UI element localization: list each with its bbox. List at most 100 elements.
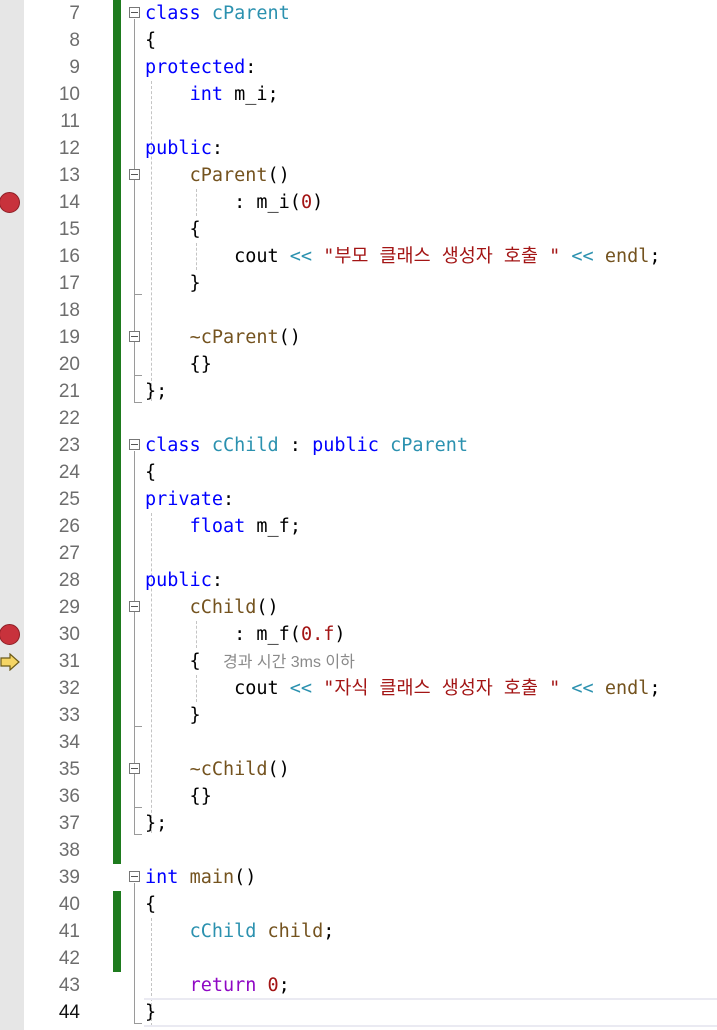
code-text[interactable]: { bbox=[145, 459, 156, 486]
code-text[interactable]: { bbox=[145, 216, 201, 243]
code-token: ~cParent bbox=[189, 327, 279, 348]
code-text[interactable]: float m_f; bbox=[145, 513, 301, 540]
line-number: 17 bbox=[58, 273, 80, 294]
code-line[interactable]: 27 bbox=[0, 540, 717, 567]
code-text[interactable]: cChild child; bbox=[145, 918, 335, 945]
code-line[interactable]: 37}; bbox=[0, 810, 717, 837]
code-line[interactable]: 13 cParent() bbox=[0, 162, 717, 189]
code-text[interactable]: cChild() bbox=[145, 594, 279, 621]
code-token: () bbox=[267, 165, 290, 186]
code-token: : bbox=[278, 435, 313, 456]
line-number: 11 bbox=[60, 111, 80, 132]
code-text[interactable]: protected: bbox=[145, 54, 256, 81]
code-text[interactable]: { bbox=[145, 891, 156, 918]
code-text[interactable]: } bbox=[145, 999, 156, 1026]
code-token: }; bbox=[145, 381, 168, 402]
code-token: ; bbox=[649, 678, 661, 699]
code-text[interactable]: int main() bbox=[145, 864, 256, 891]
code-line[interactable]: 18 bbox=[0, 297, 717, 324]
code-line[interactable]: 43 return 0; bbox=[0, 972, 717, 999]
code-line[interactable]: 36 {} bbox=[0, 783, 717, 810]
code-line[interactable]: 15 { bbox=[0, 216, 717, 243]
code-line[interactable]: 29 cChild() bbox=[0, 594, 717, 621]
line-number: 21 bbox=[58, 381, 80, 402]
line-number: 40 bbox=[58, 894, 80, 915]
code-text[interactable]: ~cChild() bbox=[145, 756, 290, 783]
line-number: 25 bbox=[58, 489, 80, 510]
code-line[interactable]: 10 int m_i; bbox=[0, 81, 717, 108]
code-text[interactable]: cParent() bbox=[145, 162, 290, 189]
code-token: int bbox=[145, 867, 179, 888]
code-line[interactable]: 44} bbox=[0, 999, 717, 1026]
line-number: 24 bbox=[58, 462, 80, 483]
code-line[interactable]: 28 public: bbox=[0, 567, 717, 594]
code-line[interactable]: 26 float m_f; bbox=[0, 513, 717, 540]
code-line[interactable]: 40 { bbox=[0, 891, 717, 918]
code-text[interactable]: public: bbox=[145, 135, 223, 162]
code-line[interactable]: 21}; bbox=[0, 378, 717, 405]
code-line[interactable]: 16 cout << "부모 클래스 생성자 호출 " << endl; bbox=[0, 243, 717, 270]
code-line[interactable]: 11 bbox=[0, 108, 717, 135]
code-text[interactable]: class cParent bbox=[145, 0, 290, 27]
code-token: : bbox=[222, 489, 235, 510]
code-text[interactable]: : m_f(0.f) bbox=[145, 621, 345, 648]
code-text[interactable]: int m_i; bbox=[145, 81, 279, 108]
code-line[interactable]: 30 : m_f(0.f) bbox=[0, 621, 717, 648]
code-text[interactable]: } bbox=[145, 270, 201, 297]
code-line[interactable]: 9 protected: bbox=[0, 54, 717, 81]
code-line[interactable]: 34 bbox=[0, 729, 717, 756]
code-line[interactable]: 19 ~cParent() bbox=[0, 324, 717, 351]
code-text[interactable]: class cChild : public cParent bbox=[145, 432, 468, 459]
code-line[interactable]: 12 public: bbox=[0, 135, 717, 162]
code-text[interactable]: ~cParent() bbox=[145, 324, 301, 351]
breakpoint-icon[interactable] bbox=[0, 192, 20, 213]
code-line[interactable]: 25 private: bbox=[0, 486, 717, 513]
code-line[interactable]: 39 int main() bbox=[0, 864, 717, 891]
code-text[interactable]: : m_i(0) bbox=[145, 189, 323, 216]
code-token: ~cChild bbox=[189, 759, 268, 780]
line-number: 16 bbox=[58, 246, 80, 267]
code-text[interactable]: cout << "자식 클래스 생성자 호출 " << endl; bbox=[145, 675, 661, 702]
code-token: child bbox=[267, 921, 324, 942]
line-number: 26 bbox=[58, 516, 80, 537]
code-line[interactable]: 38 bbox=[0, 837, 717, 864]
code-line[interactable]: 31 { 경과 시간 3ms 이하 bbox=[0, 648, 717, 675]
code-line[interactable]: 41 cChild child; bbox=[0, 918, 717, 945]
code-token: } bbox=[145, 1002, 157, 1023]
code-text[interactable]: cout << "부모 클래스 생성자 호출 " << endl; bbox=[145, 243, 660, 270]
code-text[interactable]: {} bbox=[145, 783, 212, 810]
code-line[interactable]: 7 class cParent bbox=[0, 0, 717, 27]
code-line[interactable]: 20 {} bbox=[0, 351, 717, 378]
code-text[interactable]: { 경과 시간 3ms 이하 bbox=[145, 648, 355, 676]
code-text[interactable]: private: bbox=[145, 486, 234, 513]
code-text[interactable]: { bbox=[145, 27, 156, 54]
instruction-pointer-arrow-icon[interactable] bbox=[0, 653, 20, 671]
code-text[interactable]: }; bbox=[145, 810, 167, 837]
code-line[interactable]: 22 bbox=[0, 405, 717, 432]
line-number: 15 bbox=[58, 219, 80, 240]
code-token: class bbox=[145, 3, 201, 24]
code-line[interactable]: 32 cout << "자식 클래스 생성자 호출 " << endl; bbox=[0, 675, 717, 702]
code-token: 0 bbox=[267, 975, 279, 996]
code-line[interactable]: 17 } bbox=[0, 270, 717, 297]
code-line[interactable]: 23 class cChild : public cParent bbox=[0, 432, 717, 459]
code-text[interactable]: public: bbox=[145, 567, 223, 594]
code-line[interactable]: 35 ~cChild() bbox=[0, 756, 717, 783]
code-line[interactable]: 14 : m_i(0) bbox=[0, 189, 717, 216]
code-editor[interactable]: 7 class cParent 8{9 protected: 10 int m_i; 11… bbox=[0, 0, 717, 1030]
code-text[interactable]: } bbox=[145, 702, 201, 729]
code-line[interactable]: 42 bbox=[0, 945, 717, 972]
code-line[interactable]: 24 { bbox=[0, 459, 717, 486]
code-line[interactable]: 8{ bbox=[0, 27, 717, 54]
code-text[interactable]: }; bbox=[145, 378, 167, 405]
code-line[interactable]: 33 } bbox=[0, 702, 717, 729]
code-text[interactable]: {} bbox=[145, 351, 212, 378]
breakpoint-icon[interactable] bbox=[0, 624, 20, 645]
code-text[interactable]: return 0; bbox=[145, 972, 290, 999]
